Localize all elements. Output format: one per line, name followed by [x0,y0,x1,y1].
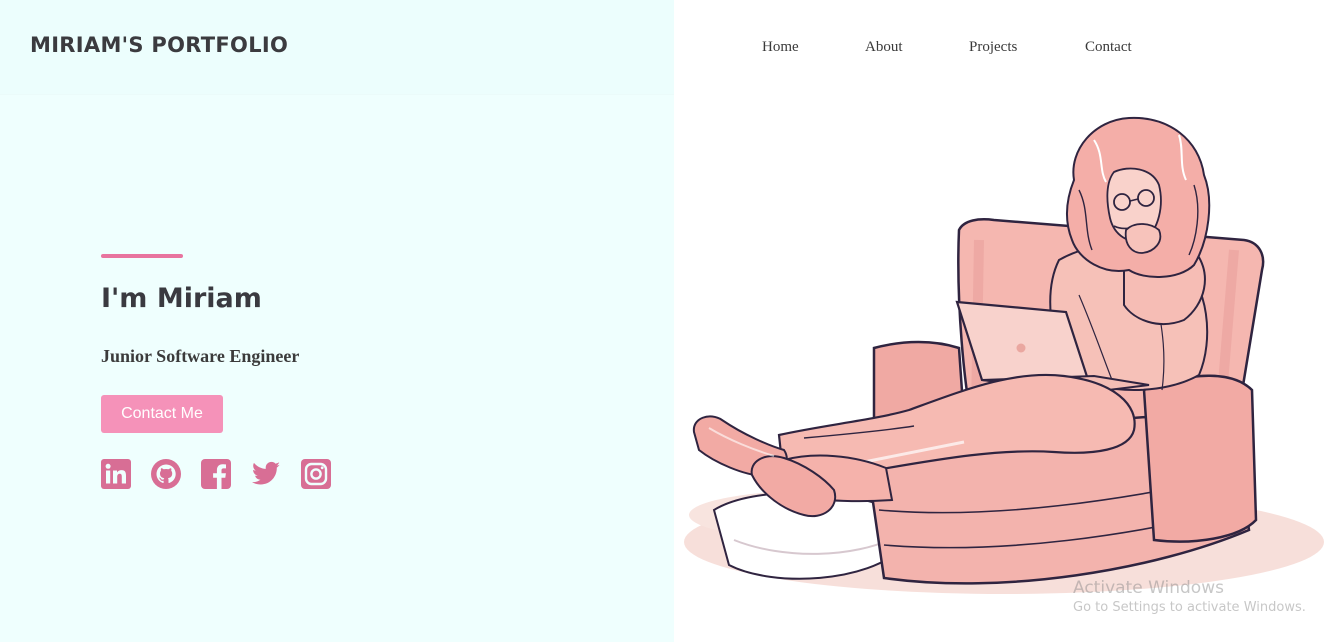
activate-windows-watermark: Activate Windows Go to Settings to activ… [1073,578,1306,615]
nav-about[interactable]: About [865,39,903,56]
github-icon[interactable] [151,459,181,489]
nav-home[interactable]: Home [762,39,799,56]
watermark-subtitle: Go to Settings to activate Windows. [1073,600,1306,615]
woman-on-armchair-illustration [684,116,1324,594]
main-nav: Home About Projects Contact [674,39,1334,59]
hero-subtitle: Junior Software Engineer [101,346,300,366]
instagram-icon[interactable] [301,459,331,489]
contact-me-button[interactable]: Contact Me [101,395,223,433]
accent-divider [101,254,183,258]
twitter-icon[interactable] [251,459,281,489]
portfolio-page: MIRIAM'S PORTFOLIO I'm Miriam Junior Sof… [0,0,1334,642]
linkedin-icon[interactable] [101,459,131,489]
header-bar: MIRIAM'S PORTFOLIO [0,0,674,94]
nav-contact[interactable]: Contact [1085,39,1132,56]
hero-title: I'm Miriam [101,283,262,314]
hand [1124,223,1162,254]
hero-panel: MIRIAM'S PORTFOLIO I'm Miriam Junior Sof… [0,0,674,642]
facebook-icon[interactable] [201,459,231,489]
watermark-title: Activate Windows [1073,578,1224,598]
illustration-panel: Home About Projects Contact Activate Win… [674,0,1334,642]
hero-illustration [674,90,1334,642]
armchair-arm-right [1142,374,1258,543]
nav-projects[interactable]: Projects [969,39,1017,56]
site-logo[interactable]: MIRIAM'S PORTFOLIO [30,33,288,57]
